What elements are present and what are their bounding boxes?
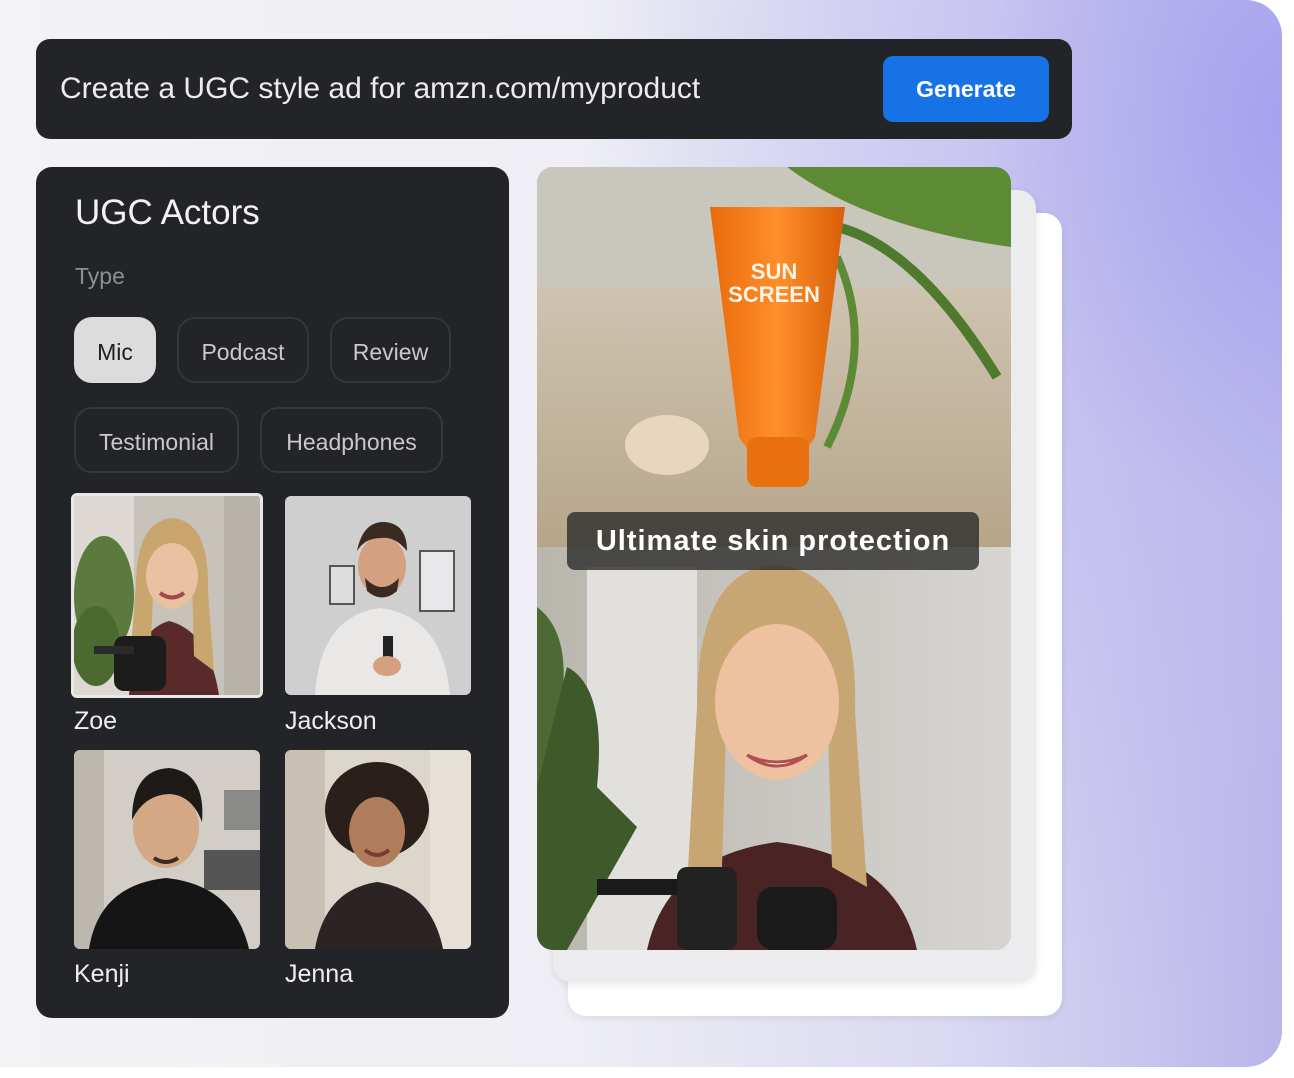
actor-name-jackson: Jackson: [285, 707, 377, 735]
sunscreen-label-line1: SUN: [751, 259, 797, 284]
type-chip-podcast[interactable]: Podcast: [177, 317, 309, 383]
type-chip-review[interactable]: Review: [330, 317, 451, 383]
type-chip-mic[interactable]: Mic: [74, 317, 156, 383]
type-chip-testimonial[interactable]: Testimonial: [74, 407, 239, 473]
prompt-input[interactable]: Create a UGC style ad for amzn.com/mypro…: [60, 39, 700, 139]
actor-card-jackson[interactable]: [285, 496, 471, 695]
ugc-actors-panel: UGC Actors Type Mic Podcast Review Testi…: [36, 167, 509, 1018]
actor-name-zoe: Zoe: [74, 707, 118, 735]
actor-name-jenna: Jenna: [285, 960, 354, 988]
actor-photo-zoe: [74, 496, 260, 695]
ad-caption: Ultimate skin protection: [567, 512, 979, 570]
actor-photo-jackson: [285, 496, 471, 695]
panel-title: UGC Actors: [75, 193, 260, 232]
actor-card-zoe[interactable]: [71, 493, 263, 698]
generate-button[interactable]: Generate: [883, 56, 1049, 122]
actor-name-kenji: Kenji: [74, 960, 130, 988]
actor-card-kenji[interactable]: [74, 750, 260, 949]
sunscreen-label-line2: SCREEN: [728, 282, 820, 307]
type-chip-headphones[interactable]: Headphones: [260, 407, 443, 473]
actor-card-jenna[interactable]: [285, 750, 471, 949]
actor-photo-jenna: [285, 750, 471, 949]
prompt-bar[interactable]: Create a UGC style ad for amzn.com/mypro…: [36, 39, 1072, 139]
actor-photo-kenji: [74, 750, 260, 949]
type-label: Type: [75, 263, 125, 289]
